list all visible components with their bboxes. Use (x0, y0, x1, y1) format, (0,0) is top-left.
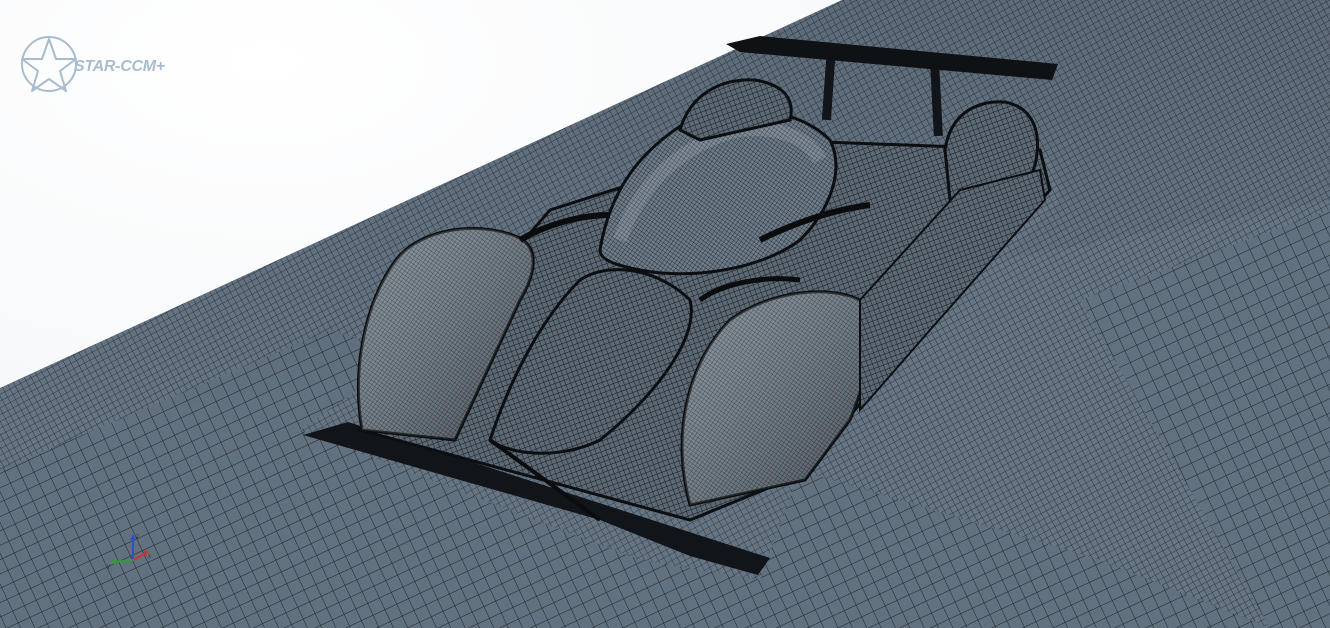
triad-y-label: y (107, 564, 110, 570)
triad-x-label: x (148, 554, 151, 560)
axis-triad-icon[interactable]: z x y (100, 530, 160, 575)
star-logo-icon (21, 36, 77, 92)
mesh-scene[interactable] (0, 0, 1330, 628)
triad-z-label: z (136, 534, 139, 540)
app-logo-text: STAR-CCM+ (74, 58, 165, 75)
graphics-viewport[interactable]: STAR-CCM+ z x y (0, 0, 1330, 628)
app-logo: STAR-CCM+ (18, 32, 165, 96)
